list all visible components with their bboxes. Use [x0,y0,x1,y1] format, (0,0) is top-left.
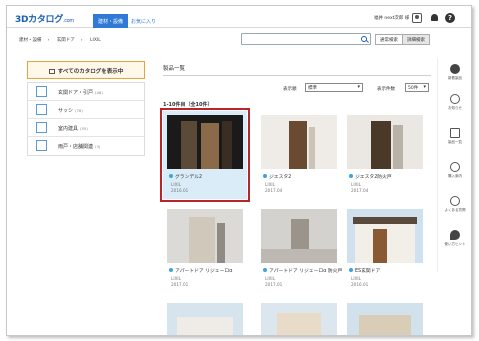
rail-item-hint[interactable]: 使い方ヒント [438,230,471,247]
rail-item-purchase[interactable]: 購入案内 [438,162,471,179]
show-all-catalogs-button[interactable]: すべてのカタログを表示中 [27,61,145,79]
product-maker: LIXIL [351,182,362,187]
category-count: (48) [95,90,103,95]
breadcrumb-item-maker[interactable]: LIXIL [90,38,101,43]
product-maker: LIXIL [265,182,276,187]
category-label: サッシ [58,108,74,114]
sort-label: 表示順 [283,87,297,92]
category-count: (78) [75,108,83,113]
product-image [347,115,423,169]
tab-building-materials[interactable]: 建材・設備 [93,14,129,28]
catalog-badge-icon [263,174,267,178]
top-bar: 3Dカタログ.com 建材・設備 お気に入り 福井 next次郎 様 ? [7,6,471,28]
interior-door-icon [36,122,47,133]
window-icon [36,104,47,115]
product-card[interactable]: ES玄関ドア LIXIL 2016.01 [343,205,427,293]
product-image[interactable] [167,303,243,335]
sort-select[interactable]: 標準 [305,83,363,92]
info-icon [450,94,460,104]
search-input[interactable] [241,33,371,45]
catalog-badge-icon [349,268,353,272]
rail-item-info[interactable]: お知らせ [438,94,471,111]
breadcrumb: 建材・設備 › 玄関ドア › LIXIL [19,38,101,43]
breadcrumb-item-subcategory[interactable]: 玄関ドア [57,38,75,43]
category-item-interior[interactable]: 室内建具 (55) [28,119,144,137]
catalog-icon [450,128,460,138]
category-item-entrance-door[interactable]: 玄関ドア・引戸 (48) [28,83,144,101]
product-image [261,209,337,263]
section-title: 製品一覧 [163,66,186,72]
category-label: 室内建具 [58,126,79,132]
show-all-label: すべてのカタログを表示中 [57,69,124,75]
search-icon[interactable] [360,35,369,44]
tab-favorites[interactable]: お気に入り [126,14,161,28]
category-label: 雨戸・店舗関連 [58,144,94,150]
product-card[interactable]: ジエスタ2 LIXIL 2017.04 [257,111,341,199]
rail-item-new[interactable]: 新着製品 [438,64,471,81]
count-label: 表示件数 [377,87,395,92]
logo-text: 3Dカタログ [15,15,63,25]
product-card[interactable]: アパートドア リジェーロα 防火戸 LIXIL 2017.01 [257,205,342,293]
product-date: 2017.01 [265,282,283,287]
product-date: 2016.01 [351,282,369,287]
product-maker: LIXIL [351,276,362,281]
category-count: (55) [80,126,88,131]
simple-search-button[interactable]: 通常検索 [375,34,403,45]
logo-suffix: .com [62,18,75,24]
detail-search-button[interactable]: 詳細検索 [402,34,430,45]
help-icon[interactable]: ? [445,13,455,23]
storefront-icon [36,140,47,151]
product-title[interactable]: アパートドア リジェーロα 防火戸 [263,267,342,274]
product-image[interactable] [347,303,423,335]
product-image [261,115,337,169]
product-title[interactable]: アパートドア リジェーロα [169,267,247,274]
category-label: 玄関ドア・引戸 [58,90,94,96]
product-image[interactable] [261,303,337,335]
product-title[interactable]: ES玄関ドア [349,267,427,274]
category-list: 玄関ドア・引戸 (48) サッシ (78) 室内建具 (55) 雨戸・店舗関連 (3) [27,82,145,156]
user-icon[interactable] [412,13,422,23]
divider [163,75,431,76]
product-image [167,209,243,263]
catalog-badge-icon [169,268,173,272]
faq-icon [450,196,460,206]
product-date: 2017.04 [265,188,283,193]
product-maker: LIXIL [171,276,182,281]
site-logo[interactable]: 3Dカタログ.com [15,12,74,25]
new-icon [450,64,460,74]
product-image [347,209,423,263]
product-date: 2017.04 [351,188,369,193]
product-card[interactable]: ジエスタ2防火戸 LIXIL 2017.04 [343,111,427,199]
product-title[interactable]: ジエスタ2 [263,173,341,180]
breadcrumb-item-category[interactable]: 建材・設備 [19,38,42,43]
product-card[interactable]: アパートドア リジェーロα LIXIL 2017.01 [163,205,247,293]
rail-item-faq[interactable]: よくある質問 [438,196,471,213]
count-select[interactable]: 50件 [405,83,429,92]
hint-icon [450,230,460,240]
bell-icon[interactable] [430,13,440,23]
product-title[interactable]: ジエスタ2防火戸 [349,173,427,180]
product-maker: LIXIL [265,276,276,281]
product-date: 2017.01 [171,282,189,287]
app-window: 3Dカタログ.com 建材・設備 お気に入り 福井 next次郎 様 ? 建材・… [6,5,472,336]
category-item-sash[interactable]: サッシ (78) [28,101,144,119]
category-item-storefront[interactable]: 雨戸・店舗関連 (3) [28,137,144,155]
chat-icon [450,162,460,172]
selection-highlight [160,108,250,202]
category-count: (3) [95,144,101,149]
door-icon [36,86,47,97]
rail-item-catalog[interactable]: 製品一覧 [438,128,471,145]
user-name[interactable]: 福井 next次郎 様 [374,15,409,21]
result-range: 1-10件目（全10件） [163,102,213,108]
right-rail: 新着製品 お知らせ 製品一覧 購入案内 よくある質問 使い方ヒント [437,58,471,272]
catalog-badge-icon [349,174,353,178]
catalog-badge-icon [263,268,267,272]
catalog-icon [48,69,55,74]
